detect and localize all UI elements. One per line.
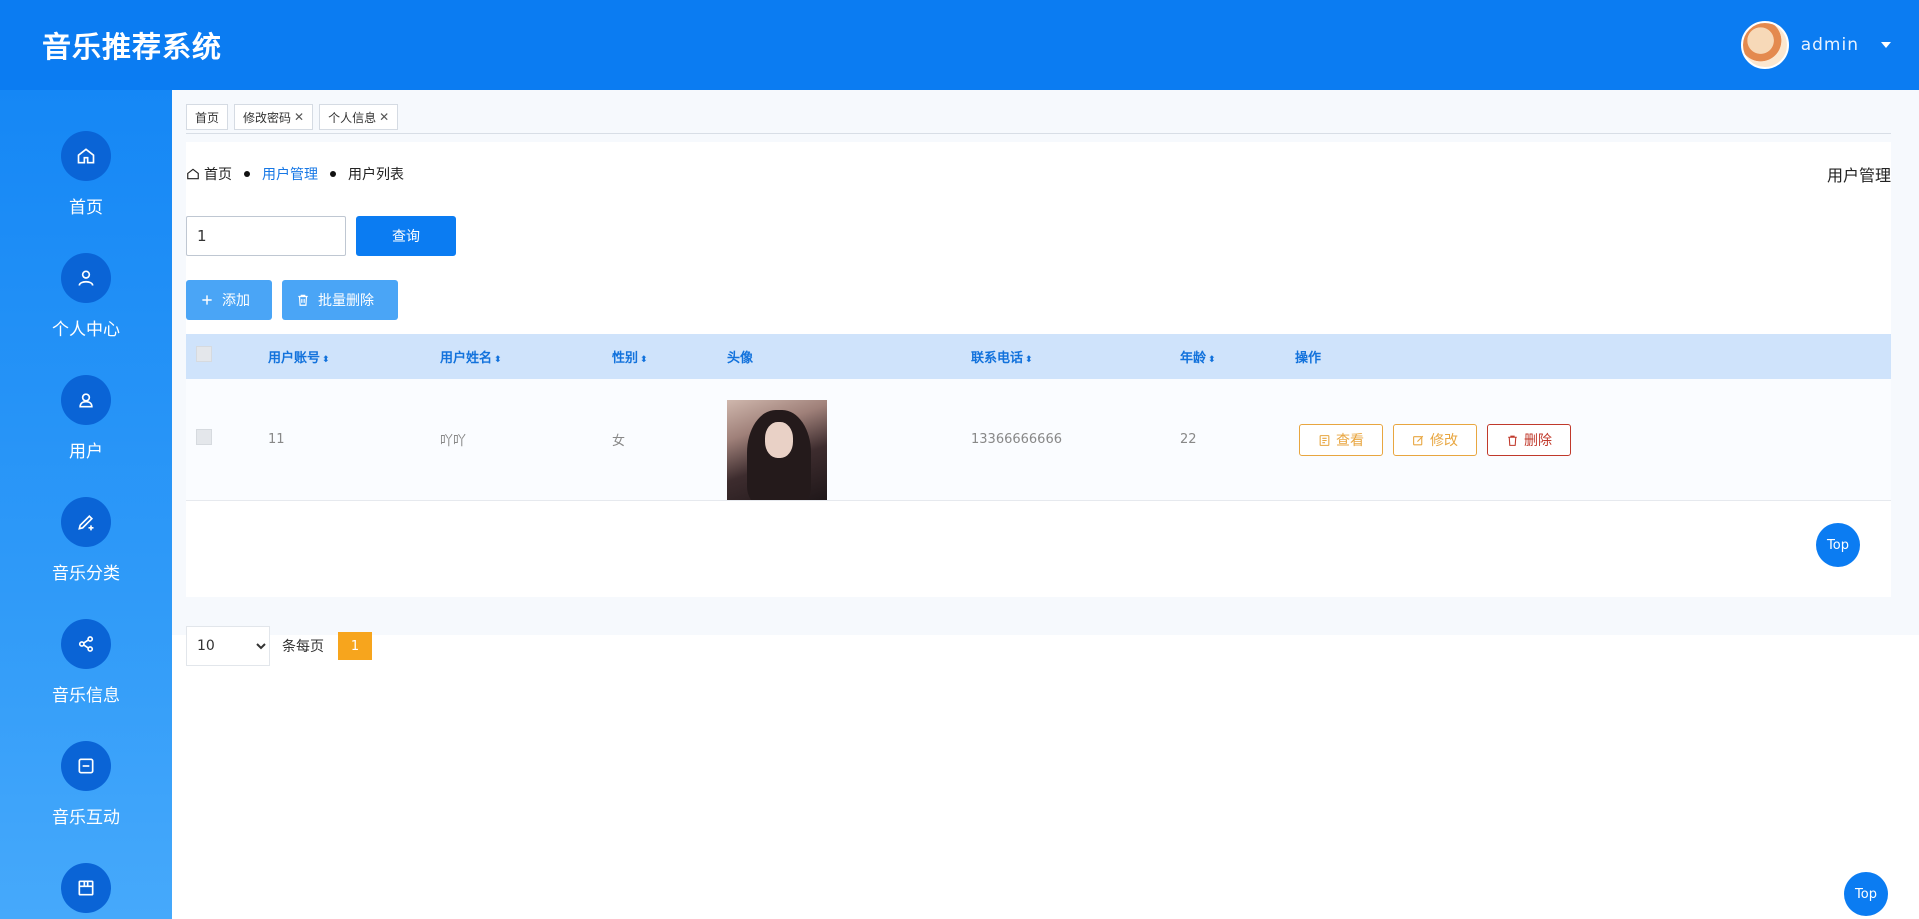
sidebar-item-label[interactable]: 个人中心 bbox=[52, 315, 120, 340]
app-title: 音乐推荐系统 bbox=[42, 30, 223, 64]
user-menu[interactable]: admin bbox=[1740, 21, 1891, 69]
edit-icon bbox=[1413, 435, 1424, 445]
sort-icon: ⬍ bbox=[494, 355, 502, 365]
trash-icon bbox=[298, 294, 308, 306]
share-icon[interactable] bbox=[61, 619, 111, 669]
sidebar-item-more[interactable] bbox=[0, 863, 172, 919]
row-checkbox[interactable] bbox=[196, 429, 212, 445]
content-panel: 首页 用户管理 用户列表 用户管理 查询 添加 批量删除 bbox=[186, 142, 1891, 666]
minus-box-icon[interactable] bbox=[61, 741, 111, 791]
tab-bar: 首页 修改密码 ✕ 个人信息 ✕ bbox=[186, 104, 399, 130]
cell-account: 11 bbox=[268, 432, 285, 447]
tab-divider bbox=[186, 133, 1891, 134]
sidebar-item-label[interactable]: 用户 bbox=[69, 437, 103, 462]
close-icon[interactable]: ✕ bbox=[379, 110, 389, 124]
column-header-account[interactable]: 用户账号 ⬍ bbox=[268, 347, 330, 366]
caret-down-icon[interactable] bbox=[1881, 42, 1891, 48]
user-outline-icon[interactable] bbox=[61, 375, 111, 425]
back-to-top-button[interactable]: Top bbox=[1816, 523, 1860, 567]
page-number-current[interactable]: 1 bbox=[338, 632, 372, 660]
table-header: 用户账号 ⬍ 用户姓名 ⬍ 性别 ⬍ 头像 联系电话 ⬍ 年龄 ⬍ 操作 bbox=[186, 334, 1891, 379]
breadcrumb-separator bbox=[244, 171, 250, 177]
column-header-avatar: 头像 bbox=[727, 351, 754, 366]
sort-icon: ⬍ bbox=[322, 355, 330, 365]
batch-delete-button[interactable]: 批量删除 bbox=[282, 280, 398, 320]
sidebar-item-personal-center[interactable]: 个人中心 bbox=[0, 253, 172, 340]
sidebar-item-users[interactable]: 用户 bbox=[0, 375, 172, 462]
search-button[interactable]: 查询 bbox=[356, 216, 456, 256]
delete-button[interactable]: 删除 bbox=[1487, 424, 1571, 456]
breadcrumb-separator bbox=[330, 171, 336, 177]
column-header-age[interactable]: 年龄 ⬍ bbox=[1180, 347, 1216, 366]
user-table: 用户账号 ⬍ 用户姓名 ⬍ 性别 ⬍ 头像 联系电话 ⬍ 年龄 ⬍ 操作 11 吖吖 女 bbox=[186, 334, 1891, 501]
column-header-name[interactable]: 用户姓名 ⬍ bbox=[440, 347, 502, 366]
search-input[interactable] bbox=[186, 216, 346, 256]
tab-label[interactable]: 个人信息 bbox=[328, 109, 376, 126]
close-icon[interactable]: ✕ bbox=[294, 110, 304, 124]
table-row: 11 吖吖 女 13366666666 22 查看 修改 删除 bbox=[186, 379, 1891, 501]
pagination: 10 条每页 1 bbox=[186, 626, 372, 666]
delete-button-label[interactable]: 删除 bbox=[1524, 430, 1552, 450]
page-size-select[interactable]: 10 bbox=[186, 626, 270, 666]
tab-label[interactable]: 首页 bbox=[195, 109, 219, 126]
view-button-label[interactable]: 查看 bbox=[1336, 430, 1364, 450]
tab-personal-info[interactable]: 个人信息 ✕ bbox=[319, 104, 399, 130]
edit-icon[interactable] bbox=[61, 497, 111, 547]
sidebar-item-label[interactable]: 音乐信息 bbox=[52, 681, 120, 706]
column-header-actions: 操作 bbox=[1295, 351, 1322, 366]
trash-icon bbox=[1508, 435, 1517, 446]
home-icon[interactable] bbox=[61, 131, 111, 181]
cell-age: 22 bbox=[1180, 432, 1197, 447]
box-icon[interactable] bbox=[61, 863, 111, 913]
content-background: 首页 修改密码 ✕ 个人信息 ✕ 首页 用户管理 用户列表 用户管理 1 查询 … bbox=[172, 90, 1919, 666]
column-header-gender[interactable]: 性别 ⬍ bbox=[612, 347, 648, 366]
select-all-checkbox[interactable] bbox=[196, 346, 212, 362]
home-icon bbox=[187, 168, 199, 180]
user-avatar-image bbox=[727, 399, 827, 500]
user-icon[interactable] bbox=[61, 253, 111, 303]
per-page-label: 条每页 bbox=[282, 639, 324, 655]
add-button-label[interactable]: 添加 bbox=[222, 290, 250, 310]
sidebar-item-home[interactable]: 首页 bbox=[0, 131, 172, 218]
sidebar-item-label[interactable]: 首页 bbox=[69, 193, 103, 218]
sidebar-item-music-info[interactable]: 音乐信息 bbox=[0, 619, 172, 706]
cell-phone: 13366666666 bbox=[971, 432, 1062, 447]
sort-icon: ⬍ bbox=[1208, 355, 1216, 365]
tab-label[interactable]: 修改密码 bbox=[243, 109, 291, 126]
document-icon bbox=[1319, 434, 1330, 446]
user-avatar[interactable] bbox=[1740, 21, 1789, 69]
cell-name: 吖吖 bbox=[440, 434, 467, 449]
breadcrumb-user-management[interactable]: 用户管理 bbox=[262, 164, 318, 184]
breadcrumb-user-list: 用户列表 bbox=[348, 167, 404, 183]
add-button[interactable]: 添加 bbox=[186, 280, 272, 320]
edit-button-label[interactable]: 修改 bbox=[1430, 430, 1458, 450]
main-content: 首页 修改密码 ✕ 个人信息 ✕ 首页 用户管理 用户列表 用户管理 1 查询 … bbox=[172, 90, 1919, 919]
sort-icon: ⬍ bbox=[1025, 355, 1033, 365]
sort-icon: ⬍ bbox=[640, 355, 648, 365]
section-title: 用户管理 bbox=[1826, 166, 1891, 185]
cell-gender: 女 bbox=[612, 434, 626, 449]
tab-change-password[interactable]: 修改密码 ✕ bbox=[234, 104, 314, 130]
sidebar: 首页 个人中心 用户 音乐分类 音乐信息 音乐互动 bbox=[0, 90, 172, 919]
breadcrumb-home-label[interactable]: 首页 bbox=[204, 164, 232, 184]
sidebar-item-label[interactable]: 音乐互动 bbox=[52, 803, 120, 828]
tab-home[interactable]: 首页 bbox=[186, 104, 229, 130]
edit-button[interactable]: 修改 bbox=[1393, 424, 1477, 456]
breadcrumb-home[interactable]: 首页 bbox=[186, 164, 232, 184]
batch-delete-label[interactable]: 批量删除 bbox=[318, 290, 374, 310]
sidebar-item-music-interaction[interactable]: 音乐互动 bbox=[0, 741, 172, 828]
user-name[interactable]: admin bbox=[1801, 35, 1859, 55]
column-header-phone[interactable]: 联系电话 ⬍ bbox=[971, 347, 1033, 366]
sidebar-item-music-category[interactable]: 音乐分类 bbox=[0, 497, 172, 584]
view-button[interactable]: 查看 bbox=[1299, 424, 1383, 456]
top-header: 音乐推荐系统 admin bbox=[0, 0, 1919, 90]
breadcrumb: 首页 用户管理 用户列表 bbox=[186, 164, 404, 184]
sidebar-item-label[interactable]: 音乐分类 bbox=[52, 559, 120, 584]
back-to-top-button[interactable]: Top bbox=[1844, 872, 1888, 916]
plus-icon bbox=[202, 295, 212, 305]
